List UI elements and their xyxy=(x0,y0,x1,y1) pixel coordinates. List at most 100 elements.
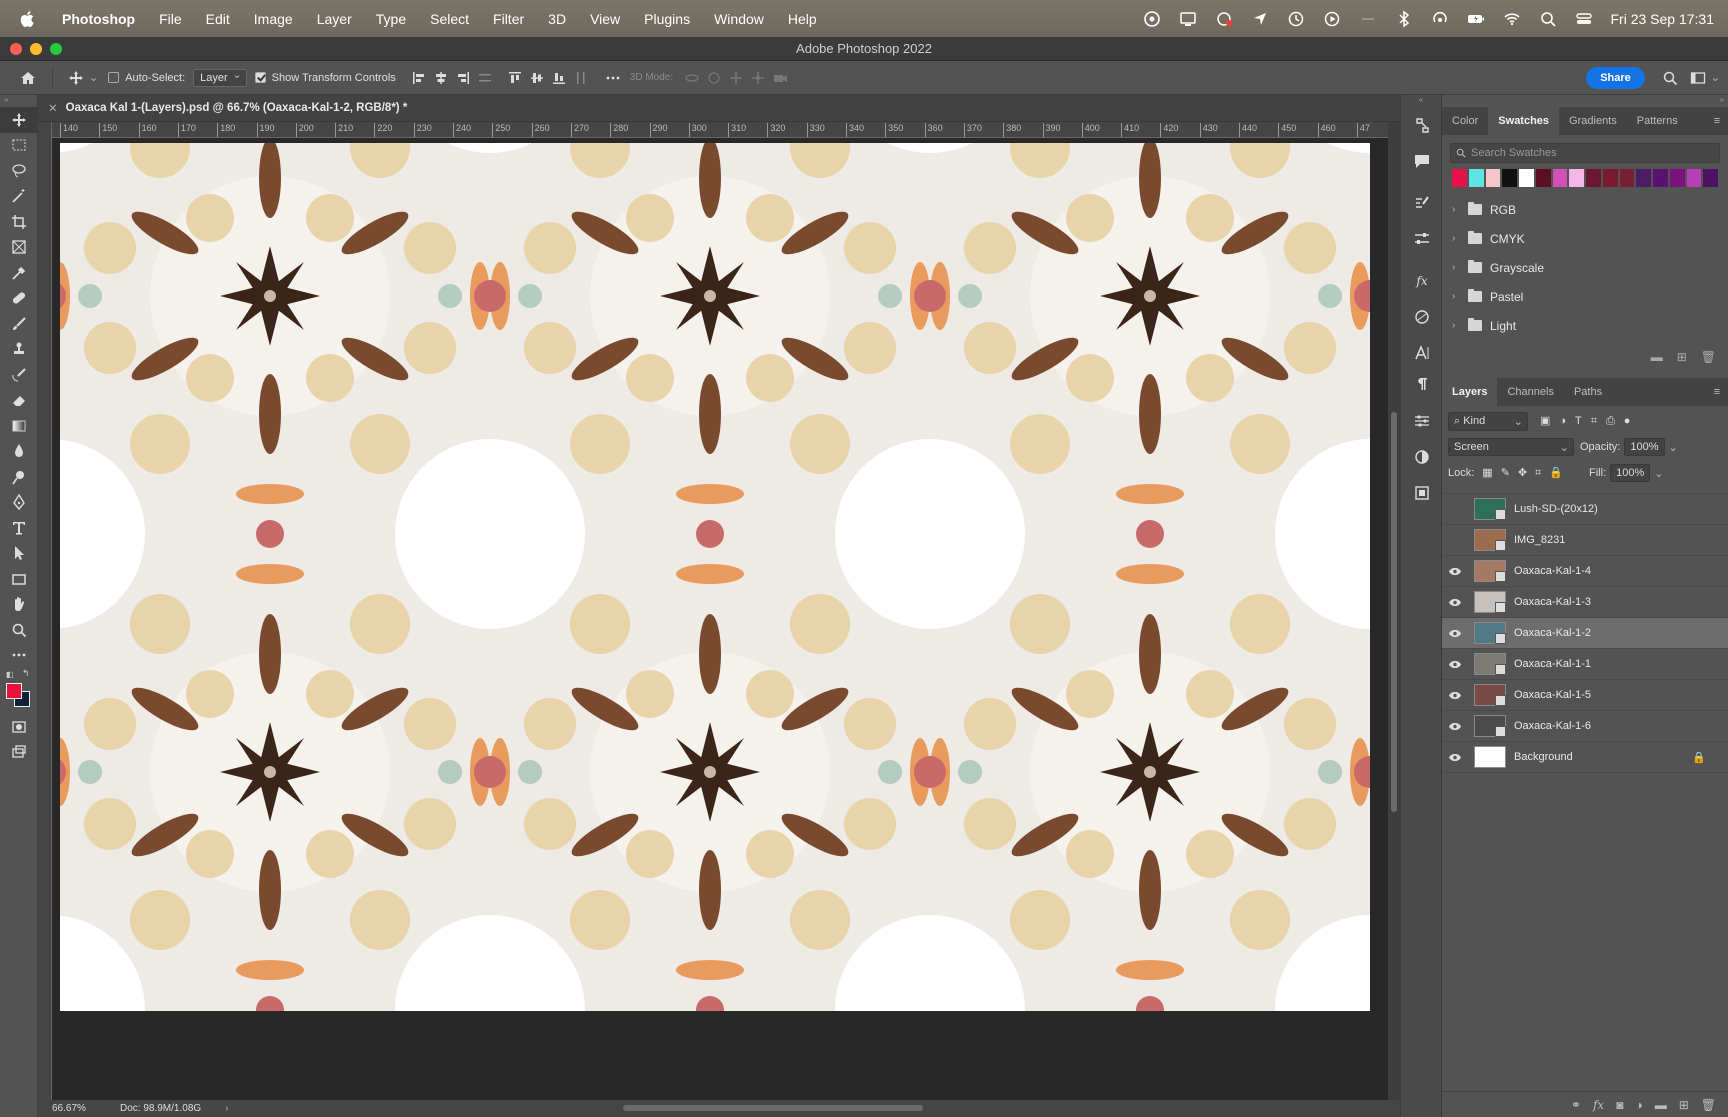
close-window-button[interactable] xyxy=(10,43,22,55)
menu-3d[interactable]: 3D xyxy=(536,11,578,27)
menu-window[interactable]: Window xyxy=(702,11,776,27)
rectangle-tool[interactable] xyxy=(0,566,38,592)
marquee-tool[interactable] xyxy=(0,133,38,159)
swatch-group[interactable]: › CMYK xyxy=(1442,224,1728,253)
tab-patterns[interactable]: Patterns xyxy=(1627,107,1688,135)
lasso-tool[interactable] xyxy=(0,158,38,184)
wifi-icon[interactable] xyxy=(1494,0,1530,37)
spotlight-icon[interactable] xyxy=(1530,0,1566,37)
horizontal-scrollbar-thumb[interactable] xyxy=(623,1105,923,1111)
libraries-panel-button[interactable] xyxy=(1401,475,1443,511)
panel-menu-icon[interactable]: ≡ xyxy=(1706,378,1728,406)
history-panel-button[interactable] xyxy=(1401,107,1443,143)
vertical-ruler[interactable] xyxy=(38,122,52,1100)
recent-swatch[interactable] xyxy=(1619,169,1635,187)
panel-menu-icon[interactable]: ≡ xyxy=(1706,107,1728,135)
chevron-right-icon[interactable]: › xyxy=(1452,320,1464,331)
recent-swatch[interactable] xyxy=(1586,169,1601,187)
recent-swatch[interactable] xyxy=(1535,169,1551,187)
location-icon[interactable] xyxy=(1242,0,1278,37)
new-group-icon[interactable]: ▬ xyxy=(1655,1098,1667,1112)
move-tool-icon[interactable] xyxy=(65,67,87,89)
link-layers-icon[interactable]: ⚭ xyxy=(1571,1098,1581,1112)
align-center-icon[interactable] xyxy=(430,67,452,89)
canvas-area[interactable] xyxy=(52,138,1388,1100)
visibility-eye-icon[interactable] xyxy=(1442,598,1468,607)
chevron-right-icon[interactable]: › xyxy=(1452,204,1464,215)
chevron-down-icon[interactable]: ⌄ xyxy=(1654,467,1663,480)
distribute-icon[interactable] xyxy=(474,67,496,89)
properties-panel-button[interactable] xyxy=(1401,403,1443,439)
align-right-icon[interactable] xyxy=(452,67,474,89)
recent-swatch[interactable] xyxy=(1552,169,1568,187)
distribute-vertical-icon[interactable] xyxy=(570,67,592,89)
menu-view[interactable]: View xyxy=(578,11,632,27)
doc-size[interactable]: Doc: 98.9M/1.08G xyxy=(120,1103,201,1114)
default-colors-icon[interactable]: ◧ xyxy=(6,670,14,679)
chevron-right-icon[interactable]: › xyxy=(1452,291,1464,302)
recent-swatch[interactable] xyxy=(1468,169,1484,187)
blend-mode-dropdown[interactable]: Screen ⌄ xyxy=(1448,438,1574,456)
move-tool[interactable] xyxy=(0,107,38,133)
adjustment-layer-icon[interactable]: ◑ xyxy=(1635,1098,1642,1112)
chevron-right-icon[interactable]: › xyxy=(1452,233,1464,244)
magic-wand-tool[interactable] xyxy=(0,184,38,210)
comments-panel-button[interactable] xyxy=(1401,143,1443,179)
layer-row[interactable]: Lush-SD-(20x12) xyxy=(1442,494,1728,525)
frame-tool[interactable] xyxy=(0,235,38,261)
history-brush-tool[interactable] xyxy=(0,362,38,388)
recent-swatch[interactable] xyxy=(1636,169,1651,187)
auto-select-checkbox[interactable] xyxy=(108,72,120,83)
collapse-icon[interactable]: » xyxy=(0,95,37,107)
tab-swatches[interactable]: Swatches xyxy=(1488,107,1560,135)
edit-toolbar[interactable] xyxy=(0,643,38,669)
fill-field[interactable]: 100% xyxy=(1610,464,1651,482)
tab-channels[interactable]: Channels xyxy=(1497,378,1563,406)
styles-panel-button[interactable]: fx xyxy=(1401,263,1443,299)
menu-file[interactable]: File xyxy=(147,11,194,27)
layer-mask-icon[interactable]: ◙ xyxy=(1616,1098,1623,1112)
new-layer-icon[interactable]: ⊞ xyxy=(1679,1098,1689,1112)
bluetooth-icon[interactable] xyxy=(1386,0,1422,37)
visibility-eye-icon[interactable] xyxy=(1442,567,1468,576)
align-left-icon[interactable] xyxy=(408,67,430,89)
layer-row[interactable]: Oaxaca-Kal-1-4 xyxy=(1442,556,1728,587)
filter-toggle-icon[interactable]: ● xyxy=(1624,415,1631,427)
search-icon[interactable] xyxy=(1659,67,1681,89)
layer-row[interactable]: Oaxaca-Kal-1-5 xyxy=(1442,680,1728,711)
tab-layers[interactable]: Layers xyxy=(1442,378,1498,406)
new-group-icon[interactable]: ▬ xyxy=(1651,350,1663,364)
document-canvas[interactable] xyxy=(60,143,1380,1096)
play-icon[interactable] xyxy=(1314,0,1350,37)
tab-paths[interactable]: Paths xyxy=(1564,378,1612,406)
share-button[interactable]: Share xyxy=(1586,66,1645,89)
blur-tool[interactable] xyxy=(0,439,38,465)
document-tab[interactable]: ✕ Oaxaca Kal 1-(Layers).psd @ 66.7% (Oax… xyxy=(38,95,1408,122)
dodge-tool[interactable] xyxy=(0,464,38,490)
recent-swatch[interactable] xyxy=(1653,169,1668,187)
layer-row[interactable]: Background 🔒 xyxy=(1442,742,1728,773)
close-document-icon[interactable]: ✕ xyxy=(48,101,58,115)
layer-row[interactable]: IMG_8231 xyxy=(1442,525,1728,556)
recent-swatch[interactable] xyxy=(1569,169,1584,187)
more-options-icon[interactable] xyxy=(602,67,624,89)
maximize-window-button[interactable] xyxy=(50,43,62,55)
delete-swatch-icon[interactable]: 🗑 xyxy=(1701,350,1716,364)
creative-cloud-icon[interactable] xyxy=(1134,0,1170,37)
align-middle-icon[interactable] xyxy=(526,67,548,89)
menubar-clock[interactable]: Fri 23 Sep 17:31 xyxy=(1602,11,1728,27)
tab-color[interactable]: Color xyxy=(1442,107,1488,135)
recent-swatch[interactable] xyxy=(1669,169,1685,187)
visibility-eye-icon[interactable] xyxy=(1442,722,1468,731)
paragraph-panel-button[interactable] xyxy=(1401,371,1443,397)
chevron-down-icon[interactable]: ⌄ xyxy=(89,71,98,84)
recent-swatch[interactable] xyxy=(1602,169,1618,187)
swap-colors-icon[interactable]: ↰ xyxy=(22,668,30,679)
filter-icons[interactable]: ▣◑T⌗⎙ xyxy=(1540,414,1624,428)
menu-layer[interactable]: Layer xyxy=(305,11,364,27)
scrollbar-thumb[interactable] xyxy=(1391,412,1397,812)
type-tool[interactable] xyxy=(0,515,38,541)
app-menu[interactable]: Photoshop xyxy=(54,11,147,27)
workspace-icon[interactable] xyxy=(1687,67,1709,89)
hand-tool[interactable] xyxy=(0,592,38,618)
